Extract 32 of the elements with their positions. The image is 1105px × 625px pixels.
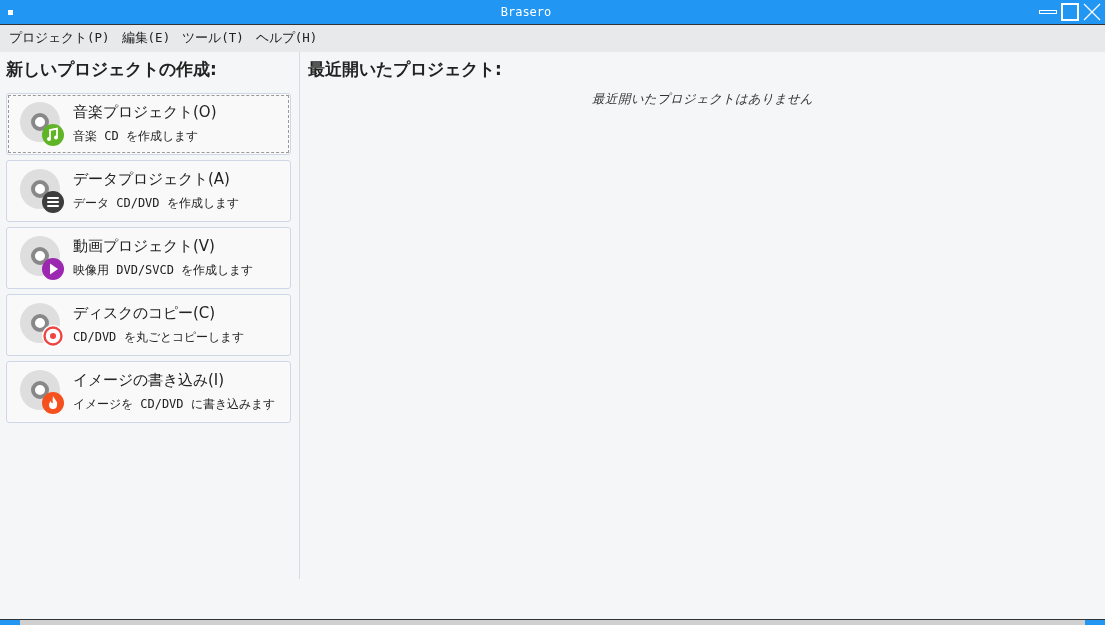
- menu-item[interactable]: プロジェクト(P): [4, 27, 115, 50]
- project-description: データ CD/DVD を作成します: [73, 195, 239, 212]
- project-description: CD/DVD を丸ごとコピーします: [73, 329, 244, 346]
- project-title: ディスクのコピー(C): [73, 304, 217, 323]
- minimize-icon[interactable]: [1039, 10, 1057, 14]
- project-type-button[interactable]: 動画プロジェクト(V) 映像用 DVD/SVCD を作成します: [6, 227, 291, 289]
- project-title: イメージの書き込み(I): [73, 371, 226, 390]
- maximize-icon[interactable]: [1061, 3, 1079, 21]
- project-type-button[interactable]: データプロジェクト(A) データ CD/DVD を作成します: [6, 160, 291, 222]
- project-type-button[interactable]: 音楽プロジェクト(O) 音楽 CD を作成します: [6, 93, 291, 155]
- menu-item[interactable]: ツール(T): [177, 27, 249, 50]
- disc-icon: [19, 235, 65, 281]
- section-heading: 最近開いたプロジェクト:: [308, 58, 503, 81]
- disc-icon: [19, 101, 65, 147]
- window-title: Brasero: [499, 5, 553, 19]
- project-title: データプロジェクト(A): [73, 170, 231, 189]
- menu-item[interactable]: 編集(E): [116, 27, 176, 50]
- disc-icon: [19, 369, 65, 415]
- disc-icon: [19, 302, 65, 348]
- close-icon[interactable]: [1083, 3, 1101, 21]
- empty-message: 最近開いたプロジェクトはありません: [591, 91, 814, 108]
- menu-item[interactable]: ヘルプ(H): [250, 27, 323, 50]
- project-title: 音楽プロジェクト(O): [73, 103, 217, 122]
- window-menu-icon[interactable]: [8, 9, 13, 15]
- project-title: 動画プロジェクト(V): [73, 237, 216, 256]
- project-type-button[interactable]: ディスクのコピー(C) CD/DVD を丸ごとコピーします: [6, 294, 291, 356]
- project-description: イメージを CD/DVD に書き込みます: [73, 396, 275, 413]
- section-heading: 新しいプロジェクトの作成:: [6, 58, 218, 81]
- project-type-button[interactable]: イメージの書き込み(I) イメージを CD/DVD に書き込みます: [6, 361, 291, 423]
- project-description: 音楽 CD を作成します: [73, 128, 199, 145]
- project-description: 映像用 DVD/SVCD を作成します: [73, 262, 254, 279]
- disc-icon: [19, 168, 65, 214]
